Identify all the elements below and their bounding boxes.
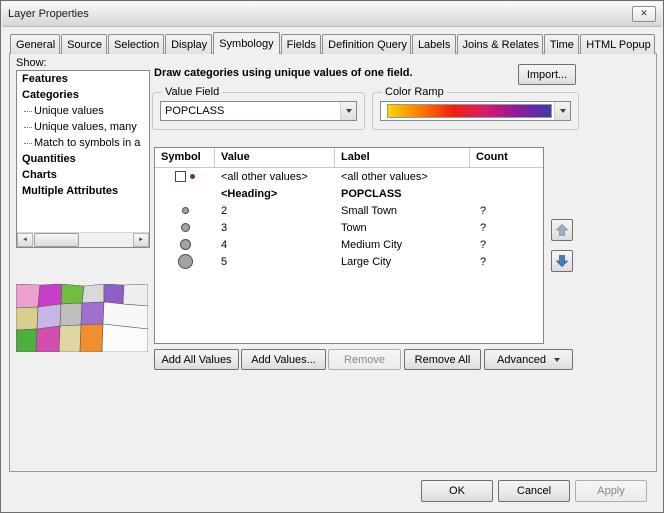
label-cell: POPCLASS bbox=[335, 188, 470, 200]
table-row-value-2[interactable]: 2 Small Town ? bbox=[155, 202, 543, 219]
remove-button[interactable]: Remove bbox=[328, 349, 401, 370]
import-button[interactable]: Import... bbox=[518, 64, 576, 85]
count-cell: ? bbox=[470, 239, 543, 251]
tree-item-categories[interactable]: Categories bbox=[17, 87, 149, 103]
color-ramp-group: Color Ramp bbox=[372, 86, 579, 130]
graduated-circle-icon bbox=[181, 223, 190, 232]
ok-button[interactable]: OK bbox=[421, 480, 493, 502]
tree-item-multiple-attributes[interactable]: Multiple Attributes bbox=[17, 183, 149, 199]
chevron-down-icon[interactable] bbox=[554, 102, 570, 120]
unique-values-table: Symbol Value Label Count <all other valu… bbox=[154, 147, 544, 344]
value-field-dropdown[interactable]: POPCLASS bbox=[160, 101, 357, 121]
header-value: Value bbox=[215, 148, 335, 167]
map-preview-image bbox=[16, 284, 148, 352]
table-row-all-other-values[interactable]: <all other values> <all other values> bbox=[155, 168, 543, 185]
value-cell: 5 bbox=[215, 256, 335, 268]
symbol-cell bbox=[155, 223, 215, 232]
graduated-circle-icon bbox=[180, 239, 191, 250]
graduated-circle-icon bbox=[182, 207, 189, 214]
label-cell: Medium City bbox=[335, 239, 470, 251]
tab-definition-query[interactable]: Definition Query bbox=[322, 34, 411, 54]
tab-labels[interactable]: Labels bbox=[412, 34, 456, 54]
tab-symbology[interactable]: Symbology bbox=[213, 32, 279, 54]
tree-item-match-symbols[interactable]: Match to symbols in a bbox=[17, 135, 149, 151]
symbology-tab-page: Show: Features Categories Unique values … bbox=[9, 53, 657, 472]
tab-strip: General Source Selection Display Symbolo… bbox=[10, 31, 656, 54]
symbol-cell bbox=[155, 254, 215, 269]
tree-item-quantities[interactable]: Quantities bbox=[17, 151, 149, 167]
value-cell: 4 bbox=[215, 239, 335, 251]
window-title: Layer Properties bbox=[8, 8, 632, 20]
add-values-button[interactable]: Add Values... bbox=[241, 349, 326, 370]
point-symbol-icon bbox=[190, 174, 195, 179]
tab-display[interactable]: Display bbox=[165, 34, 212, 54]
layer-properties-dialog: Layer Properties ✕ General Source Select… bbox=[0, 0, 664, 513]
advanced-label: Advanced bbox=[497, 354, 546, 366]
all-other-values-checkbox[interactable] bbox=[175, 171, 186, 182]
header-symbol: Symbol bbox=[155, 148, 215, 167]
tab-time[interactable]: Time bbox=[544, 34, 579, 54]
color-ramp-legend: Color Ramp bbox=[382, 86, 447, 98]
move-down-button[interactable] bbox=[551, 250, 573, 272]
symbol-cell bbox=[155, 207, 215, 214]
scrollbar-track[interactable] bbox=[33, 233, 133, 247]
panel-description: Draw categories using unique values of o… bbox=[154, 67, 413, 79]
color-ramp-preview bbox=[387, 104, 552, 118]
scroll-left-icon[interactable]: ◄ bbox=[17, 233, 33, 247]
scroll-right-icon[interactable]: ► bbox=[133, 233, 149, 247]
table-row-value-3[interactable]: 3 Town ? bbox=[155, 219, 543, 236]
chevron-down-icon bbox=[554, 358, 560, 362]
value-field-selected: POPCLASS bbox=[165, 105, 224, 117]
symbol-cell bbox=[155, 171, 215, 182]
show-label: Show: bbox=[16, 57, 47, 69]
apply-button[interactable]: Apply bbox=[575, 480, 647, 502]
label-cell: Small Town bbox=[335, 205, 470, 217]
titlebar: Layer Properties ✕ bbox=[2, 2, 662, 27]
label-cell: Town bbox=[335, 222, 470, 234]
tab-selection[interactable]: Selection bbox=[108, 34, 164, 54]
label-cell: Large City bbox=[335, 256, 470, 268]
count-cell: ? bbox=[470, 222, 543, 234]
show-tree: Features Categories Unique values Unique… bbox=[16, 70, 150, 248]
add-all-values-button[interactable]: Add All Values bbox=[154, 349, 239, 370]
graduated-circle-icon bbox=[178, 254, 193, 269]
tab-html-popup[interactable]: HTML Popup bbox=[580, 34, 655, 54]
arrow-down-icon bbox=[555, 254, 569, 268]
label-cell: <all other values> bbox=[335, 171, 470, 183]
arrow-up-icon bbox=[555, 223, 569, 237]
value-cell: <Heading> bbox=[215, 188, 335, 200]
value-field-legend: Value Field bbox=[162, 86, 222, 98]
count-cell: ? bbox=[470, 256, 543, 268]
value-field-group: Value Field POPCLASS bbox=[152, 86, 365, 130]
tab-joins-relates[interactable]: Joins & Relates bbox=[457, 34, 543, 54]
count-cell: ? bbox=[470, 205, 543, 217]
table-header: Symbol Value Label Count bbox=[155, 148, 543, 168]
tab-source[interactable]: Source bbox=[61, 34, 107, 54]
tree-horizontal-scrollbar[interactable]: ◄ ► bbox=[17, 232, 149, 247]
table-row-value-4[interactable]: 4 Medium City ? bbox=[155, 236, 543, 253]
value-cell: <all other values> bbox=[215, 171, 335, 183]
tree-item-unique-values-many[interactable]: Unique values, many bbox=[17, 119, 149, 135]
tree-item-features[interactable]: Features bbox=[17, 71, 149, 87]
value-cell: 2 bbox=[215, 205, 335, 217]
advanced-dropdown-button[interactable]: Advanced bbox=[484, 349, 573, 370]
header-count: Count bbox=[470, 148, 543, 167]
symbol-cell bbox=[155, 239, 215, 250]
tree-item-charts[interactable]: Charts bbox=[17, 167, 149, 183]
table-row-heading[interactable]: <Heading> POPCLASS bbox=[155, 185, 543, 202]
close-icon[interactable]: ✕ bbox=[632, 6, 656, 22]
chevron-down-icon[interactable] bbox=[340, 102, 356, 120]
table-row-value-5[interactable]: 5 Large City ? bbox=[155, 253, 543, 270]
tab-fields[interactable]: Fields bbox=[281, 34, 322, 54]
tree-item-unique-values[interactable]: Unique values bbox=[17, 103, 149, 119]
tab-general[interactable]: General bbox=[10, 34, 60, 54]
cancel-button[interactable]: Cancel bbox=[498, 480, 570, 502]
scrollbar-thumb[interactable] bbox=[34, 233, 79, 247]
value-cell: 3 bbox=[215, 222, 335, 234]
move-up-button[interactable] bbox=[551, 219, 573, 241]
remove-all-button[interactable]: Remove All bbox=[404, 349, 481, 370]
color-ramp-dropdown[interactable] bbox=[380, 101, 571, 121]
header-label: Label bbox=[335, 148, 470, 167]
